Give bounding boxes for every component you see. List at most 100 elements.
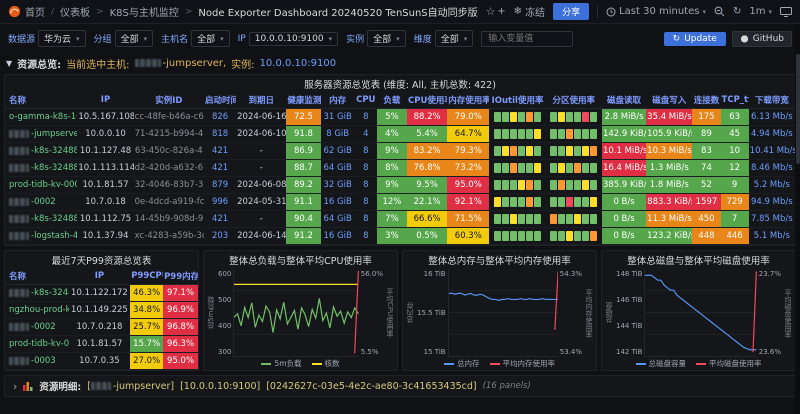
column-header[interactable]: IP (77, 92, 133, 109)
table-cell: 5% (377, 109, 407, 126)
host-name-cell[interactable]: -k8s-32488 (5, 211, 77, 228)
column-header[interactable]: CPU使用率 (407, 92, 447, 109)
legend-item[interactable]: 总内存 (444, 358, 480, 369)
host-name-cell[interactable]: -k8s-32488 (5, 160, 77, 177)
table-cell: 0e-4dcd-a919-fc (134, 194, 204, 211)
cell-text: -k8s-32488 (31, 214, 77, 224)
row-header-resource-detail[interactable]: › 资源明细: [-jumpserver] [10.0.0.10:9100] [… (4, 375, 796, 397)
cell-text: 105.9 KiB/s (647, 129, 692, 139)
column-header[interactable]: 实例ID (134, 92, 204, 109)
tick-label: 5.5% (361, 348, 383, 356)
host-name-cell[interactable]: -k8s-32488 (5, 285, 69, 302)
heat-square (494, 112, 501, 122)
cell-text: cc-48fe-b46a-c6f (135, 112, 204, 122)
host-name-cell[interactable]: -0003 (5, 353, 69, 370)
heat-square (550, 112, 557, 122)
update-button[interactable]: ↻ Update (664, 32, 726, 46)
breadcrumb-folder[interactable]: K8S与主机监控 (110, 4, 179, 19)
scrollbar[interactable] (795, 24, 800, 414)
column-header[interactable]: P99内存 (163, 268, 198, 285)
cell-text: 90.4 (294, 214, 313, 224)
kiosk-mode-icon[interactable] (780, 7, 792, 17)
host-name-cell[interactable]: -jumpserver (5, 126, 77, 143)
column-header[interactable]: 启动时间 (204, 92, 236, 109)
host-name-cell[interactable]: -k8s-32488 (5, 143, 77, 160)
column-header[interactable]: 连接数 (692, 92, 720, 109)
favorite-star-icon[interactable]: ☆ (486, 5, 496, 18)
column-header[interactable]: TCP_tw (721, 92, 749, 109)
host-name-cell[interactable]: -0002 (5, 194, 77, 211)
breadcrumb-home[interactable]: 首页 (25, 4, 45, 19)
column-header[interactable]: 分区使用率 (546, 92, 602, 109)
legend-item[interactable]: 平均内存使用率 (490, 358, 556, 369)
column-header[interactable]: 名称 (5, 92, 77, 109)
table-header-row: 名称IP实例ID启动时间到期日健康监测内存CPU负载CPU使用率内存使用率IOu… (5, 92, 795, 109)
table-cell: 142.9 KiB/s (602, 126, 646, 143)
zoom-out-icon[interactable] (714, 6, 725, 17)
table-cell: 10.1 MiB/s (602, 143, 646, 160)
heat-square (494, 146, 501, 156)
heat-square (510, 231, 517, 241)
table-cell: 0.5% (407, 228, 447, 245)
table-cell: 79.3% (447, 143, 489, 160)
column-header[interactable]: 下载带宽 (749, 92, 795, 109)
column-header[interactable]: 到期日 (236, 92, 286, 109)
cell-text: 72.5 (294, 112, 313, 122)
scrollbar-thumb[interactable] (796, 54, 800, 164)
filter-value-dropdown[interactable]: 全部▾ (367, 30, 406, 47)
column-header[interactable]: 内存 (321, 92, 355, 109)
filter-value-dropdown[interactable]: 全部▾ (191, 30, 230, 47)
variable-value-input[interactable] (481, 31, 573, 47)
column-header[interactable]: IP (69, 268, 131, 285)
column-header[interactable]: CPU (355, 92, 377, 109)
host-name-cell[interactable]: o-gamma-k8s-16235 (5, 109, 77, 126)
collapse-chevron-icon[interactable]: › (13, 380, 17, 393)
column-header[interactable]: 负载 (377, 92, 407, 109)
add-panel-icon[interactable]: + (497, 6, 505, 17)
legend-item[interactable]: 总磁盘容量 (636, 358, 687, 369)
host-name-cell[interactable]: prod-tidb-kv-0004 (5, 336, 69, 353)
legend-item[interactable]: 平均磁盘使用率 (696, 358, 762, 369)
cell-text: 7% (385, 214, 399, 224)
collapse-caret-icon[interactable]: ▼ (6, 59, 12, 68)
heat-square (590, 180, 597, 190)
github-button[interactable]: GitHub (732, 31, 792, 47)
column-header[interactable]: 名称 (5, 268, 69, 285)
column-header[interactable]: 磁盘读取 (602, 92, 646, 109)
column-header[interactable]: P99CPU (130, 268, 163, 285)
filter-value: 华为云 (44, 32, 71, 45)
cell-text: 76.8% (414, 163, 441, 173)
table-cell: 10.1.127.48 (77, 143, 133, 160)
heat-square (502, 163, 509, 173)
host-name-cell[interactable]: -0002 (5, 319, 69, 336)
row-header-overview[interactable]: ▼ 资源总览: 当前选中主机: -jumpserver, 实例: 10.0.0.… (0, 53, 800, 72)
host-name-cell[interactable]: -logstash-4f (5, 228, 77, 245)
table-cell: 10.1.149.225 (69, 302, 131, 319)
legend-item[interactable]: 核数 (312, 358, 340, 369)
legend-item[interactable]: 5m负载 (261, 358, 301, 369)
share-button[interactable]: 分享 (553, 3, 589, 20)
column-header[interactable]: 内存使用率 (447, 92, 489, 109)
refresh-interval-dropdown[interactable]: 1m ▾ (749, 6, 772, 17)
host-name-cell[interactable]: prod-tidb-kv-0004 (5, 177, 77, 194)
cell-text: 32 GiB (323, 180, 351, 190)
column-header[interactable]: IOutil使用率 (489, 92, 545, 109)
filter-value-dropdown[interactable]: 全部▾ (115, 30, 154, 47)
grafana-logo-icon[interactable] (8, 5, 21, 18)
host-name-cell[interactable]: ngzhou-prod-k8s-1 (5, 302, 69, 319)
filter-value-dropdown[interactable]: 10.0.0.10:9100▾ (249, 32, 338, 46)
time-range-picker[interactable]: Last 30 minutes ▾ (606, 6, 706, 17)
filter-value-dropdown[interactable]: 全部▾ (435, 30, 474, 47)
breadcrumb-dashboards[interactable]: 仪表板 (60, 4, 90, 19)
heat-square (566, 214, 573, 224)
refresh-icon[interactable]: ↻ (733, 6, 741, 17)
heat-square (526, 197, 533, 207)
freeze-button[interactable]: ❄ 冻结 (514, 4, 545, 19)
heat-square (550, 129, 557, 139)
filter-value-dropdown[interactable]: 华为云▾ (38, 30, 86, 47)
cell-text: 996 (212, 197, 228, 207)
cell-text: 96.8% (167, 322, 194, 332)
column-header[interactable]: 磁盘写入 (646, 92, 692, 109)
column-header[interactable]: 健康监测 (286, 92, 320, 109)
table-cell: 9 (721, 177, 749, 194)
